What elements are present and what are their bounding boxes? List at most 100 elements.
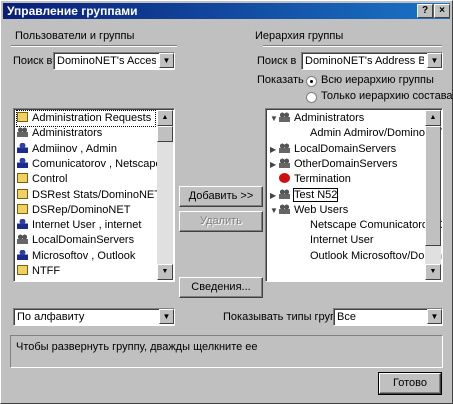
tree-item-label: LocalDomainServers bbox=[294, 142, 397, 155]
users-list[interactable]: Administration Requests Administrators Adm… bbox=[13, 108, 175, 282]
user-icon bbox=[17, 249, 28, 260]
list-item[interactable]: Administrators bbox=[17, 126, 155, 141]
tree-item[interactable]: Outlook Microsoftov/Domino bbox=[310, 249, 443, 264]
list-item[interactable]: Admiinov , Admin bbox=[17, 142, 155, 157]
collapse-icon[interactable]: ▼ bbox=[270, 203, 279, 218]
help-button[interactable]: ? bbox=[417, 4, 433, 18]
list-item[interactable]: Microsoftov , Outlook bbox=[17, 249, 155, 264]
group-icon bbox=[279, 203, 290, 214]
right-search-combo[interactable]: DominoNET's Address Book ▼ bbox=[301, 52, 443, 70]
group-icon bbox=[279, 188, 290, 199]
list-item[interactable]: Control bbox=[17, 172, 155, 187]
list-item-label: DSRep/DominoNET bbox=[32, 203, 131, 216]
tree-item-label: Test N52 bbox=[292, 187, 339, 202]
list-item-label: Administration Requests bbox=[32, 112, 152, 124]
tree-item-label: OtherDomainServers bbox=[294, 157, 398, 170]
close-button[interactable]: × bbox=[434, 4, 450, 18]
left-separator bbox=[11, 45, 177, 47]
show-label: Показать bbox=[257, 74, 304, 86]
tree-item[interactable]: ▶ LocalDomainServers bbox=[270, 142, 396, 157]
scroll-thumb[interactable] bbox=[157, 126, 173, 142]
list-item[interactable]: Administration Requests bbox=[16, 110, 156, 127]
tree-item-label: Admin Admirov/DominoNET bbox=[310, 127, 443, 140]
tree-item[interactable]: Termination bbox=[270, 172, 351, 187]
list-item-label: Internet User , internet bbox=[32, 219, 142, 232]
radio-all-hierarchy-label: Всю иерархию группы bbox=[321, 74, 434, 86]
folder-icon bbox=[17, 265, 28, 275]
list-item-label: Comunicatorov , Netscape bbox=[32, 157, 162, 170]
chevron-down-icon[interactable]: ▼ bbox=[159, 53, 174, 68]
user-icon bbox=[17, 142, 28, 153]
group-hierarchy-title: Иерархия группы bbox=[255, 30, 344, 42]
group-icon bbox=[17, 127, 28, 138]
list-item[interactable]: LocalDomainServers bbox=[17, 233, 155, 248]
chevron-down-icon[interactable]: ▼ bbox=[427, 53, 442, 68]
scroll-up-icon[interactable]: ▲ bbox=[425, 110, 441, 126]
tree-item[interactable]: Internet User bbox=[310, 233, 374, 248]
scroll-thumb[interactable] bbox=[425, 126, 441, 246]
group-types-value: Все bbox=[337, 311, 356, 323]
remove-button[interactable]: Удалить bbox=[179, 211, 263, 232]
chevron-down-icon[interactable]: ▼ bbox=[159, 309, 174, 324]
status-text: Чтобы развернуть группу, дважды щелкните… bbox=[16, 341, 258, 353]
right-separator bbox=[263, 45, 442, 47]
group-icon bbox=[279, 142, 290, 153]
radio-members-hierarchy[interactable] bbox=[306, 92, 317, 103]
list-item[interactable]: DSRep/DominoNET bbox=[17, 203, 155, 218]
tree-item-label: Termination bbox=[294, 173, 351, 186]
user-icon bbox=[17, 219, 28, 230]
group-icon bbox=[279, 157, 290, 168]
expand-icon[interactable]: ▶ bbox=[270, 157, 279, 172]
tree-item[interactable]: ▶ Test N52 bbox=[270, 187, 339, 203]
tree-item-label: Administrators bbox=[294, 112, 365, 124]
done-button[interactable]: Готово bbox=[378, 372, 442, 395]
group-icon bbox=[17, 234, 28, 245]
scroll-down-icon[interactable]: ▼ bbox=[157, 264, 173, 280]
folder-icon bbox=[17, 203, 28, 214]
title-bar: Управление группами ? × bbox=[3, 3, 450, 19]
scroll-up-icon[interactable]: ▲ bbox=[157, 110, 173, 126]
users-groups-title: Пользователи и группы bbox=[15, 30, 135, 42]
sort-combo[interactable]: По алфавиту ▼ bbox=[13, 308, 175, 326]
list-item[interactable]: Internet User , internet bbox=[17, 218, 155, 233]
group-icon bbox=[279, 112, 290, 122]
folder-icon bbox=[17, 173, 28, 184]
folder-icon bbox=[17, 112, 28, 122]
details-button[interactable]: Сведения... bbox=[179, 277, 263, 298]
group-management-dialog: Управление группами ? × Пользователи и г… bbox=[0, 0, 453, 404]
tree-item[interactable]: ▶ OtherDomainServers bbox=[270, 157, 397, 172]
collapse-icon[interactable]: ▼ bbox=[270, 111, 279, 126]
list-item[interactable]: DSRest Stats/DominoNET bbox=[17, 188, 161, 203]
radio-all-hierarchy[interactable] bbox=[306, 76, 317, 87]
left-search-label: Поиск в bbox=[13, 55, 53, 67]
group-tree[interactable]: ▼ Administrators Admin Admirov/DominoNET ▶ L… bbox=[265, 108, 443, 282]
tree-item[interactable]: ▼ Web Users bbox=[270, 203, 348, 218]
list-item-label: LocalDomainServers bbox=[32, 234, 135, 247]
list-item[interactable]: Comunicatorov , Netscape bbox=[17, 157, 162, 172]
users-list-scrollbar[interactable]: ▲ ▼ bbox=[157, 110, 173, 280]
expand-icon[interactable]: ▶ bbox=[270, 142, 279, 157]
list-item-label: DSRest Stats/DominoNET bbox=[32, 188, 161, 201]
left-search-combo[interactable]: DominoNET's Access B ▼ bbox=[53, 52, 175, 70]
sort-value: По алфавиту bbox=[17, 311, 85, 323]
show-types-label: Показывать типы группы bbox=[223, 311, 350, 323]
list-item-label: Admiinov , Admin bbox=[32, 142, 117, 155]
chevron-down-icon[interactable]: ▼ bbox=[427, 309, 442, 324]
tree-item[interactable]: ▼ Administrators bbox=[270, 111, 364, 126]
group-tree-scrollbar[interactable]: ▲ ▼ bbox=[425, 110, 441, 280]
tree-item-label: Internet User bbox=[310, 234, 374, 247]
list-item[interactable]: NTFF bbox=[17, 264, 155, 279]
list-item-label: Administrators bbox=[32, 127, 103, 140]
right-search-label: Поиск в bbox=[257, 55, 297, 67]
tree-item[interactable]: Netscape Comunicatorov/Do bbox=[310, 218, 442, 233]
radio-members-hierarchy-label: Только иерархию состава bbox=[321, 90, 453, 102]
add-button[interactable]: Добавить >> bbox=[179, 186, 263, 207]
list-item-label: Microsoftov , Outlook bbox=[32, 249, 136, 262]
tree-item[interactable]: Admin Admirov/DominoNET bbox=[310, 126, 443, 141]
scroll-down-icon[interactable]: ▼ bbox=[425, 264, 441, 280]
folder-icon bbox=[17, 188, 28, 199]
group-types-combo[interactable]: Все ▼ bbox=[333, 308, 443, 326]
expand-icon[interactable]: ▶ bbox=[270, 188, 279, 203]
list-item-label: NTFF bbox=[32, 265, 61, 277]
tree-item-label: Outlook Microsoftov/Domino bbox=[310, 249, 443, 262]
